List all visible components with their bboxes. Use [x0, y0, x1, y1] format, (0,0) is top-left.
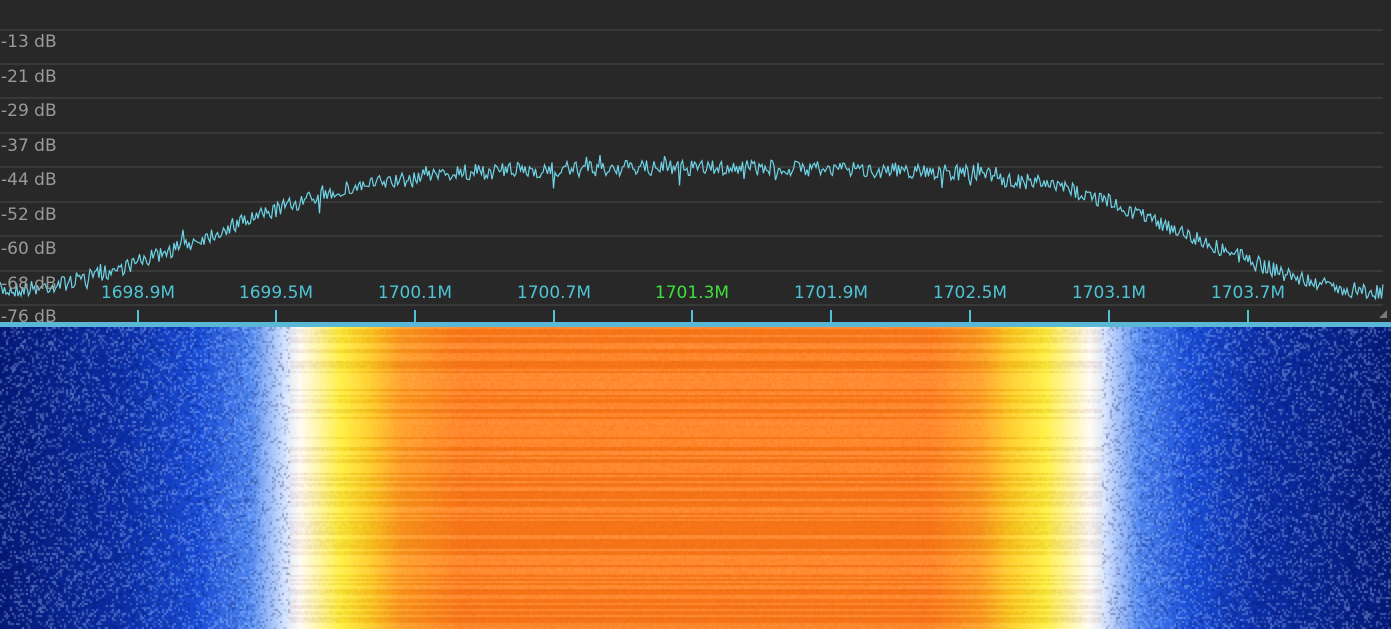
- waterfall-texture: [0, 327, 1391, 629]
- db-label-29: -29 dB: [1, 101, 57, 121]
- freq-label-1700-7: 1700.7M: [516, 283, 592, 303]
- db-label-37: -37 dB: [1, 136, 57, 156]
- db-label-52: -52 dB: [1, 205, 57, 225]
- db-label-13: -13 dB: [1, 32, 57, 52]
- db-label-60: -60 dB: [1, 239, 57, 259]
- freq-label-1703-7: 1703.7M: [1210, 283, 1286, 303]
- freq-label-1700-1: 1700.1M: [377, 283, 453, 303]
- freq-label-1701-9: 1701.9M: [793, 283, 869, 303]
- freq-label-1699-5: 1699.5M: [238, 283, 314, 303]
- sdr-display: -13 dB -21 dB -29 dB -37 dB -44 dB -52 d…: [0, 0, 1391, 629]
- spectrum-plot: [0, 29, 1384, 322]
- db-label-44: -44 dB: [1, 170, 57, 190]
- freq-label-1703-1: 1703.1M: [1071, 283, 1147, 303]
- db-label-21: -21 dB: [1, 67, 57, 87]
- db-label-68: -68 dB: [1, 274, 57, 294]
- resize-handle-icon[interactable]: [1379, 310, 1387, 318]
- freq-label-1698-9: 1698.9M: [100, 283, 176, 303]
- spectrum-trace: [0, 155, 1384, 301]
- freq-label-1702-5: 1702.5M: [932, 283, 1008, 303]
- spectrum-panel[interactable]: -13 dB -21 dB -29 dB -37 dB -44 dB -52 d…: [0, 0, 1391, 324]
- waterfall-panel[interactable]: [0, 327, 1391, 629]
- center-frequency-label[interactable]: 1701.3M: [655, 284, 729, 302]
